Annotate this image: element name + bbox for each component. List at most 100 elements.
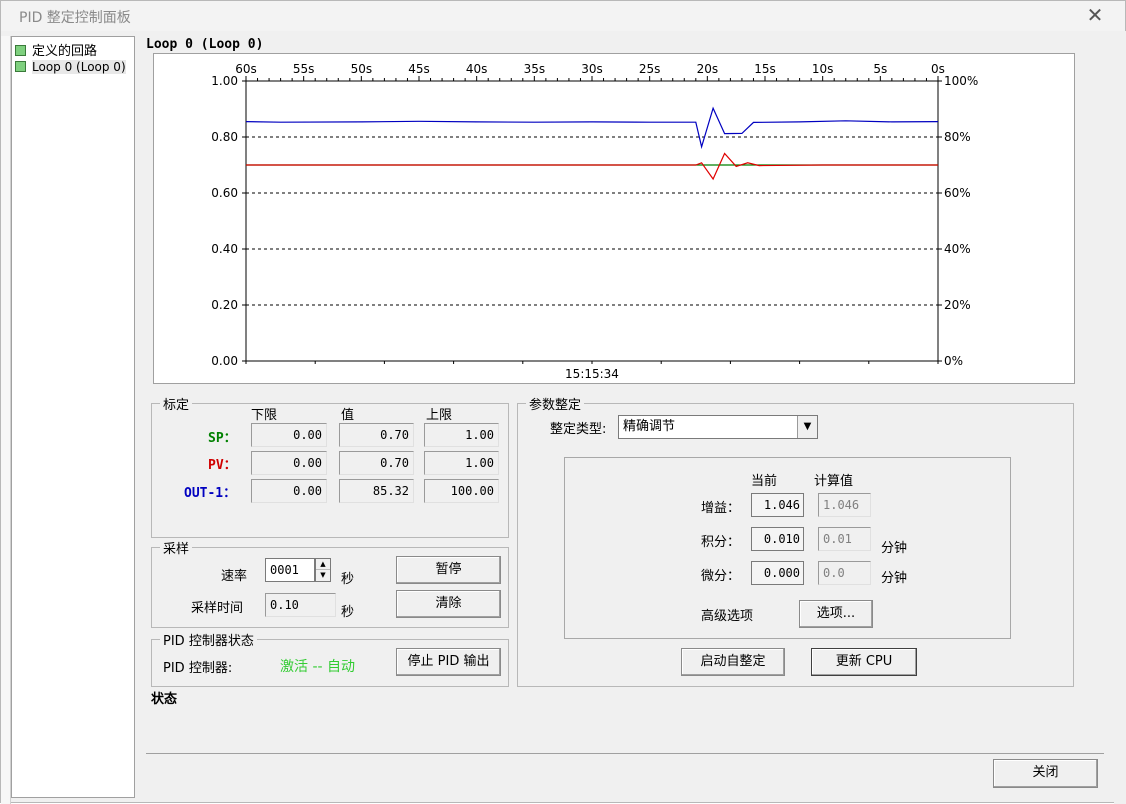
pv-value-field: 0.70 bbox=[339, 451, 414, 475]
x-tick-label: 25s bbox=[639, 62, 661, 76]
y-tick-label-right: 100% bbox=[944, 74, 978, 88]
y-tick-label-right: 80% bbox=[944, 130, 971, 144]
pause-button[interactable]: 暂停 bbox=[396, 556, 501, 584]
title-bar: PID 整定控制面板 ✕ bbox=[1, 1, 1125, 31]
stop-pid-output-button[interactable]: 停止 PID 输出 bbox=[396, 648, 501, 676]
x-tick-label: 60s bbox=[235, 62, 257, 76]
derivative-calc-field: 0.0 bbox=[818, 561, 871, 585]
sample-time-label: 采样时间 bbox=[191, 601, 244, 616]
y-tick-label-left: 0.60 bbox=[211, 186, 238, 200]
close-icon[interactable]: ✕ bbox=[1083, 3, 1107, 27]
y-tick-label-left: 1.00 bbox=[211, 74, 238, 88]
gain-calc-field: 1.046 bbox=[818, 493, 871, 517]
col-high-label: 上限 bbox=[426, 408, 453, 423]
pid-status-title: PID 控制器状态 bbox=[163, 634, 254, 649]
folder-icon bbox=[15, 45, 26, 56]
x-tick-label: 20s bbox=[697, 62, 719, 76]
col-value-label: 值 bbox=[341, 408, 355, 423]
y-tick-label-right: 60% bbox=[944, 186, 971, 200]
col-current-label: 当前 bbox=[751, 474, 778, 489]
x-tick-label: 15s bbox=[754, 62, 776, 76]
tree-item-label: Loop 0 (Loop 0) bbox=[32, 60, 126, 74]
rate-spinner[interactable]: ▲ ▼ bbox=[315, 558, 331, 582]
x-tick-label: 35s bbox=[524, 62, 546, 76]
trend-chart: 1.00 100% 0.80 80% 0.60 60% 0.40 40% 0.20 20% 0.00… bbox=[153, 53, 1075, 384]
sample-time-field: 0.10 bbox=[265, 593, 336, 617]
x-tick-label: 45s bbox=[408, 62, 430, 76]
gain-label: 增益： bbox=[701, 501, 741, 516]
col-calc-label: 计算值 bbox=[814, 474, 854, 489]
rate-unit: 秒 bbox=[341, 572, 355, 587]
spin-up-icon[interactable]: ▲ bbox=[316, 559, 330, 570]
tuning-title: 参数整定 bbox=[529, 398, 582, 413]
tuning-type-label: 整定类型: bbox=[550, 422, 607, 437]
series-line-pv bbox=[246, 152, 938, 181]
pid-controller-label: PID 控制器: bbox=[163, 661, 233, 676]
y-tick-label-right: 40% bbox=[944, 242, 971, 256]
integral-calc-field: 0.01 bbox=[818, 527, 871, 551]
tree-root[interactable]: 定义的回路 bbox=[15, 40, 98, 59]
loop-tree[interactable]: 定义的回路 Loop 0 (Loop 0) bbox=[11, 36, 135, 798]
pid-tuning-window: PID 整定控制面板 ✕ 定义的回路 Loop 0 (Loop 0) Loop … bbox=[0, 0, 1126, 804]
y-tick-label-right: 20% bbox=[944, 298, 971, 312]
time-label: 15:15:34 bbox=[565, 367, 619, 381]
background-window-strip-right bbox=[1114, 31, 1126, 804]
status-label: 状态 bbox=[151, 692, 178, 707]
rate-label: 速率 bbox=[221, 569, 248, 584]
clear-button[interactable]: 清除 bbox=[396, 590, 501, 618]
x-tick-label: 0s bbox=[931, 62, 945, 76]
bottom-separator bbox=[146, 753, 1104, 754]
sp-value-field: 0.70 bbox=[339, 423, 414, 447]
col-low-label: 下限 bbox=[251, 408, 278, 423]
tuning-type-select[interactable]: 精确调节 ▼ bbox=[618, 415, 818, 439]
integral-current-field[interactable]: 0.010 bbox=[751, 527, 804, 551]
tree-root-label: 定义的回路 bbox=[32, 44, 98, 59]
x-tick-label: 40s bbox=[466, 62, 488, 76]
out-value-field: 85.32 bbox=[339, 479, 414, 503]
y-tick-label-left: 0.20 bbox=[211, 298, 238, 312]
pv-label: PV： bbox=[208, 458, 237, 473]
trend-chart-svg: 1.00 100% 0.80 80% 0.60 60% 0.40 40% 0.20 20% 0.00… bbox=[211, 62, 978, 381]
y-tick-label-right: 0% bbox=[944, 354, 963, 368]
tuning-type-value: 精确调节 bbox=[623, 419, 676, 434]
y-tick-label-left: 0.40 bbox=[211, 242, 238, 256]
x-tick-label: 5s bbox=[873, 62, 887, 76]
chevron-down-icon[interactable]: ▼ bbox=[797, 416, 817, 438]
calibration-title: 标定 bbox=[163, 398, 190, 413]
sample-time-unit: 秒 bbox=[341, 605, 355, 620]
start-autotune-button[interactable]: 启动自整定 bbox=[681, 648, 785, 676]
x-tick-label: 30s bbox=[581, 62, 603, 76]
y-tick-label-left: 0.00 bbox=[211, 354, 238, 368]
x-tick-label: 50s bbox=[351, 62, 373, 76]
sp-high-field: 1.00 bbox=[424, 423, 499, 447]
out-low-field: 0.00 bbox=[251, 479, 327, 503]
sampling-title: 采样 bbox=[163, 542, 190, 557]
tree-item-loop-0[interactable]: Loop 0 (Loop 0) bbox=[15, 60, 126, 78]
loop-icon bbox=[15, 61, 26, 72]
pv-high-field: 1.00 bbox=[424, 451, 499, 475]
sp-low-field: 0.00 bbox=[251, 423, 327, 447]
update-cpu-button[interactable]: 更新 CPU bbox=[811, 648, 917, 676]
rate-input[interactable]: 0001 bbox=[265, 558, 315, 582]
pv-low-field: 0.00 bbox=[251, 451, 327, 475]
out-high-field: 100.00 bbox=[424, 479, 499, 503]
integral-unit: 分钟 bbox=[881, 541, 908, 556]
x-tick-label: 55s bbox=[293, 62, 315, 76]
sp-label: SP： bbox=[208, 431, 237, 446]
out-label: OUT-1： bbox=[184, 486, 237, 501]
derivative-current-field[interactable]: 0.000 bbox=[751, 561, 804, 585]
y-tick-label-left: 0.80 bbox=[211, 130, 238, 144]
window-title: PID 整定控制面板 bbox=[19, 10, 131, 26]
integral-label: 积分： bbox=[701, 535, 741, 550]
background-window-strip bbox=[1, 36, 11, 804]
options-button[interactable]: 选项... bbox=[799, 600, 873, 628]
series-line-out-1 bbox=[245, 106, 939, 150]
derivative-label: 微分： bbox=[701, 569, 741, 584]
pid-state-text: 激活 -- 自动 bbox=[280, 659, 356, 675]
spin-down-icon[interactable]: ▼ bbox=[316, 570, 330, 581]
derivative-unit: 分钟 bbox=[881, 571, 908, 586]
close-button[interactable]: 关闭 bbox=[993, 759, 1098, 788]
advanced-options-label: 高级选项 bbox=[701, 609, 754, 624]
gain-current-field[interactable]: 1.046 bbox=[751, 493, 804, 517]
x-tick-label: 10s bbox=[812, 62, 834, 76]
